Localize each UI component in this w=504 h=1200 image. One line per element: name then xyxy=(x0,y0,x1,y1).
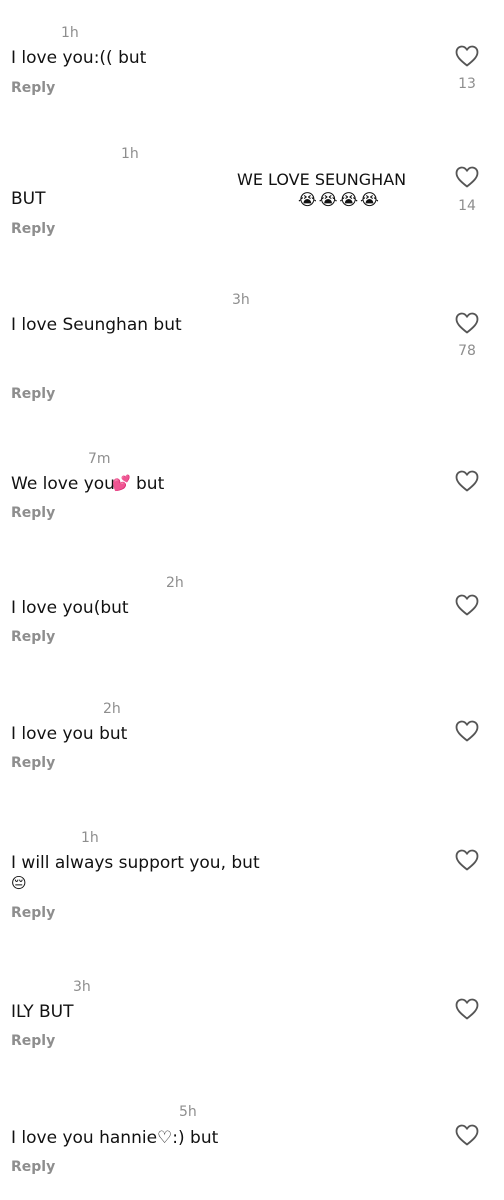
reply-button[interactable]: Reply xyxy=(11,505,55,521)
reply-button[interactable]: Reply xyxy=(11,629,55,645)
like-count: 14 xyxy=(458,198,476,214)
comment-text: BUT xyxy=(11,189,46,209)
comment-text-before: We love you xyxy=(11,474,115,494)
heart-icon[interactable] xyxy=(455,470,479,492)
heart-icon[interactable] xyxy=(455,720,479,742)
heart-icon[interactable] xyxy=(455,312,479,334)
comment-text: I love you:(( but xyxy=(11,48,147,68)
comment-text: I love you(but xyxy=(11,598,129,618)
heart-icon[interactable] xyxy=(455,166,479,188)
comment-text: ILY BUT xyxy=(11,1002,74,1022)
comment-text-after: but xyxy=(136,474,165,494)
comments-screenshot: 1h I love you:(( but Reply 13 1h WE LOVE… xyxy=(0,0,504,1200)
like-count: 13 xyxy=(458,76,476,92)
reply-button[interactable]: Reply xyxy=(11,905,55,921)
comment-timestamp: 2h xyxy=(166,575,184,591)
overlay-text: WE LOVE SEUNGHAN xyxy=(237,170,407,189)
comment-timestamp: 7m xyxy=(88,451,111,467)
reply-button[interactable]: Reply xyxy=(11,755,55,771)
heart-icon[interactable] xyxy=(455,849,479,871)
heart-icon[interactable] xyxy=(455,998,479,1020)
heart-icon[interactable] xyxy=(455,594,479,616)
two-hearts-emoji: 💕 xyxy=(112,474,131,492)
reply-button[interactable]: Reply xyxy=(11,1159,55,1175)
comment-timestamp: 3h xyxy=(232,292,250,308)
overlay-emojis: 😭😭😭😭 xyxy=(298,192,381,209)
comment-timestamp: 1h xyxy=(121,146,139,162)
comment-text: I love you hannie♡:) but xyxy=(11,1128,219,1148)
comment-timestamp: 5h xyxy=(179,1104,197,1120)
reply-button[interactable]: Reply xyxy=(11,386,55,402)
reply-button[interactable]: Reply xyxy=(11,221,55,237)
pensive-face-emoji: 😔 xyxy=(11,874,27,892)
heart-icon[interactable] xyxy=(455,1124,479,1146)
comment-text: I will always support you, but xyxy=(11,853,260,873)
comment-timestamp: 1h xyxy=(81,830,99,846)
comment-timestamp: 2h xyxy=(103,701,121,717)
comment-timestamp: 1h xyxy=(61,25,79,41)
heart-icon[interactable] xyxy=(455,45,479,67)
like-count: 78 xyxy=(458,343,476,359)
reply-button[interactable]: Reply xyxy=(11,80,55,96)
comment-text: I love Seunghan but xyxy=(11,315,182,335)
comment-text: I love you but xyxy=(11,724,128,744)
reply-button[interactable]: Reply xyxy=(11,1033,55,1049)
comment-timestamp: 3h xyxy=(73,979,91,995)
